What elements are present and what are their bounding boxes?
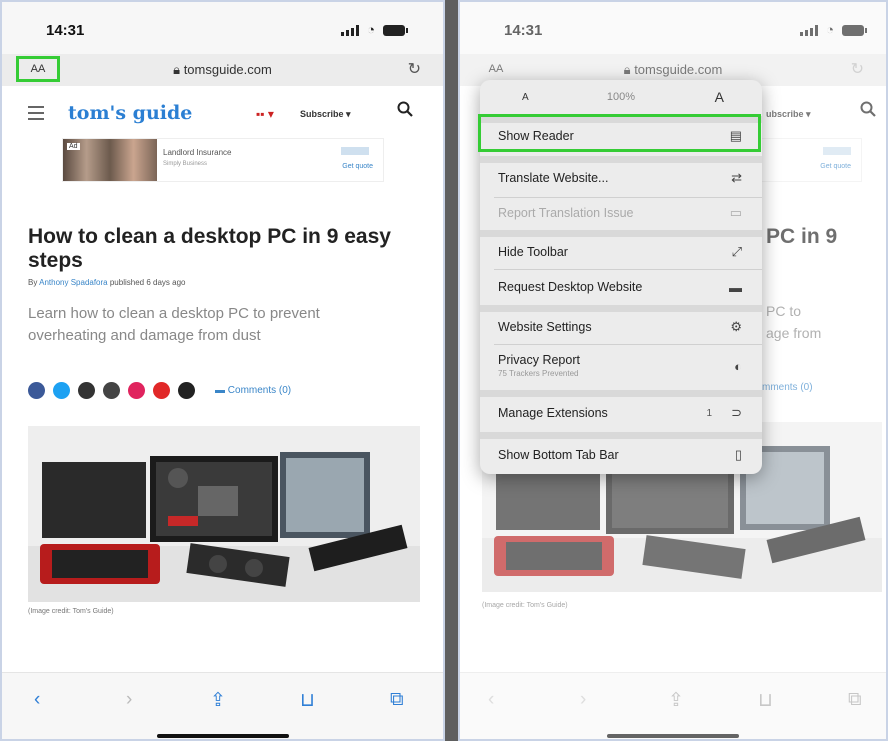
bottom-toolbar: ‹ › ⇪ ⊔ ⧉ — [2, 672, 443, 739]
status-bar: 14:31 ◔ — [2, 2, 443, 54]
share-icon[interactable]: ⇪ — [210, 689, 226, 712]
tabs-icon[interactable]: ⧉ — [390, 689, 404, 711]
menu-item-label: Request Desktop Website — [498, 280, 643, 294]
home-indicator — [156, 734, 289, 738]
address-bar[interactable]: AA 🔒︎ tomsguide.com ↻ — [2, 54, 443, 86]
phone-right: 14:31 ◔ AA 🔒︎ tomsguide.com ↻ ubscribe ▾… — [458, 0, 888, 741]
facebook-icon[interactable] — [28, 382, 45, 399]
forward-icon[interactable]: › — [126, 689, 132, 711]
hero-image — [28, 426, 420, 602]
article-title: How to clean a desktop PC in 9 easy step… — [28, 225, 391, 272]
menu-item-label: Manage Extensions — [498, 406, 608, 420]
twitter-icon[interactable] — [53, 382, 70, 399]
lock-icon: 🔒︎ — [173, 62, 184, 77]
translate-icon: ⇄ — [731, 170, 742, 185]
zoom-row: A 100% A — [480, 80, 762, 116]
report-icon: ▭ — [729, 205, 742, 220]
status-icons: ◔ — [341, 22, 408, 37]
ad-tag: Ad — [67, 143, 80, 150]
hamburger-menu-icon[interactable] — [28, 106, 44, 124]
site-header: tom's guide ▪▪ ▾ Subscribe ▾ — [2, 98, 443, 132]
menu-item-privacy-report[interactable]: Privacy Report 75 Trackers Prevented ◐ — [480, 344, 762, 388]
settings-gear-icon: ⚙ — [730, 319, 742, 334]
desktop-icon: ▬ — [729, 279, 742, 295]
author-link[interactable]: Anthony Spadafora — [39, 278, 108, 287]
menu-item-label: Privacy Report — [498, 353, 580, 367]
menu-item-translate-website[interactable]: Translate Website... ⇄ — [480, 159, 762, 197]
extensions-icon: ⊃ — [731, 405, 742, 420]
share-bar: ▬ Comments (0) — [28, 382, 291, 399]
menu-item-label: Hide Toolbar — [498, 245, 568, 259]
flipboard-icon[interactable] — [153, 382, 170, 399]
reddit-icon[interactable] — [103, 382, 120, 399]
privacy-report-icon: ◐ — [734, 358, 742, 374]
ad-badge — [341, 147, 369, 155]
menu-item-website-settings[interactable]: Website Settings ⚙ — [480, 308, 762, 346]
zoom-in-button[interactable]: A — [715, 89, 724, 105]
battery-icon — [383, 24, 408, 36]
tab-bar-icon: ▯ — [734, 447, 742, 462]
menu-item-label: Show Bottom Tab Bar — [498, 448, 619, 462]
status-time: 14:31 — [46, 22, 85, 39]
wifi-icon: ◔ — [367, 22, 375, 37]
menu-item-show-bottom-tab-bar[interactable]: Show Bottom Tab Bar ▯ — [480, 436, 762, 474]
signal-icon — [341, 24, 360, 36]
article-summary: Learn how to clean a desktop PC to preve… — [28, 305, 320, 344]
menu-item-request-desktop-website[interactable]: Request Desktop Website ▬ — [480, 268, 762, 306]
hide-toolbar-icon: ⤢ — [731, 244, 742, 259]
ad-cta[interactable]: Get quote — [342, 163, 373, 170]
reload-icon[interactable]: ↻ — [408, 59, 421, 79]
extensions-badge: 1 — [706, 407, 712, 419]
menu-item-label: Report Translation Issue — [498, 206, 634, 220]
ad-image: Ad — [63, 139, 157, 181]
search-icon[interactable] — [397, 101, 413, 117]
comments-link[interactable]: ▬ Comments (0) — [215, 385, 291, 396]
pinterest-icon[interactable] — [128, 382, 145, 399]
show-reader-highlight — [478, 114, 761, 152]
menu-item-label: Translate Website... — [498, 171, 609, 185]
menu-item-report-translation-issue[interactable]: Report Translation Issue ▭ — [480, 194, 762, 232]
back-icon[interactable]: ‹ — [34, 689, 40, 711]
phone-left: 14:31 ◔ AA 🔒︎ tomsguide.com ↻ tom's guid… — [0, 0, 445, 741]
menu-item-label: Website Settings — [498, 320, 592, 334]
image-caption: (Image credit: Tom's Guide) — [28, 608, 114, 615]
ad-banner[interactable]: Ad Landlord Insurance Simply Business Ge… — [62, 138, 384, 182]
bookmarks-icon[interactable]: ⊔ — [300, 689, 315, 712]
pc-parts-photo — [28, 426, 420, 602]
url-text: 🔒︎ tomsguide.com — [2, 62, 443, 78]
byline-prefix: By — [28, 278, 40, 287]
privacy-report-subtitle: 75 Trackers Prevented — [498, 369, 579, 378]
site-logo[interactable]: tom's guide — [68, 102, 192, 124]
byline: By Anthony Spadafora published 6 days ag… — [28, 278, 185, 287]
whatsapp-icon[interactable] — [78, 382, 95, 399]
menu-item-hide-toolbar[interactable]: Hide Toolbar ⤢ — [480, 233, 762, 271]
subscribe-button[interactable]: Subscribe ▾ — [300, 109, 351, 120]
menu-item-manage-extensions[interactable]: Manage Extensions 1 ⊃ — [480, 394, 762, 432]
email-icon[interactable] — [178, 382, 195, 399]
region-flag[interactable]: ▪▪ ▾ — [256, 107, 274, 121]
byline-suffix: published 6 days ago — [107, 278, 186, 287]
url-label: tomsguide.com — [183, 62, 272, 77]
ad-subtitle: Simply Business — [163, 161, 208, 167]
ad-title: Landlord Insurance — [163, 148, 232, 157]
comments-label: Comments (0) — [227, 385, 292, 396]
